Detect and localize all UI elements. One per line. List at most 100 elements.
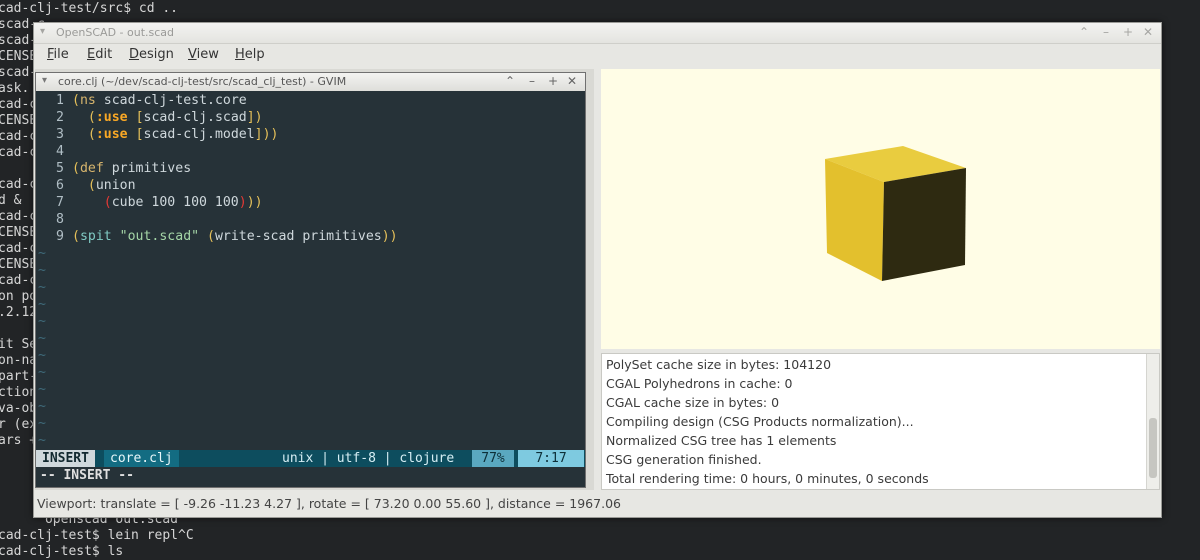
line-number: 3 — [56, 127, 64, 142]
terminal-line: cad-c — [0, 273, 38, 288]
pane-splitter[interactable] — [594, 69, 600, 490]
console-line: Normalized CSG tree has 1 elements — [606, 433, 837, 448]
openscad-maximize-icon[interactable]: + — [1121, 25, 1135, 39]
openscad-statusbar: Viewport: translate = [ -9.26 -11.23 4.2… — [34, 493, 1161, 517]
tilde-marker: ~ — [38, 314, 46, 329]
console-line: CGAL cache size in bytes: 0 — [606, 395, 780, 410]
vim-cursor-position: 7:17 — [518, 450, 584, 467]
vim-cmdline[interactable]: -- INSERT -- — [36, 467, 585, 485]
gvim-editor[interactable]: 1 (ns scad-clj-test.core 2 (:use [scad-cl… — [36, 91, 585, 450]
terminal-line: on po — [0, 289, 38, 304]
viewport-canvas — [825, 146, 966, 281]
code-token: write-scad primitives — [214, 229, 382, 244]
code-token: scad-clj.model — [143, 127, 255, 142]
openscad-titlebar[interactable]: ▾ OpenSCAD - out.scad ⌃ – + ✕ — [34, 23, 1161, 44]
terminal-line: CENSE — [0, 49, 38, 64]
openscad-close-icon[interactable]: ✕ — [1141, 25, 1155, 39]
gvim-shade-icon[interactable]: ⌃ — [503, 74, 517, 88]
console-line: CGAL Polyhedrons in cache: 0 — [606, 376, 793, 391]
tilde-marker: ~ — [38, 280, 46, 295]
console-panel[interactable]: PolySet cache size in bytes: 104120 CGAL… — [601, 353, 1160, 490]
terminal-line: on-na — [0, 353, 38, 368]
terminal-line: CENSE — [0, 257, 38, 272]
vim-percent: 77% — [472, 450, 514, 467]
code-line: 1 (ns scad-clj-test.core — [38, 92, 247, 109]
terminal-line: cad-c — [0, 177, 38, 192]
cube-side-face — [882, 168, 966, 281]
tilde-marker: ~ — [38, 263, 46, 278]
gvim-titlebar[interactable]: ▾ core.clj (~/dev/scad-clj-test/src/scad… — [36, 73, 585, 91]
window-menu-icon[interactable]: ▾ — [40, 26, 45, 37]
tilde-marker: ~ — [38, 382, 46, 397]
code-line: 5 (def primitives — [38, 160, 191, 177]
code-token: ns — [79, 93, 96, 108]
terminal-line: ask. — [0, 81, 30, 96]
window-menu-icon[interactable]: ▾ — [42, 75, 47, 86]
gvim-minimize-icon[interactable]: – — [525, 74, 539, 88]
vim-filename: core.clj — [104, 450, 179, 467]
gvim-window: ▾ core.clj (~/dev/scad-clj-test/src/scad… — [35, 72, 586, 488]
terminal-line: .2.12 — [0, 305, 38, 320]
terminal-line: ars + — [0, 433, 38, 448]
console-line: Total rendering time: 0 hours, 0 minutes… — [606, 471, 929, 486]
gvim-close-icon[interactable]: ✕ — [565, 74, 579, 88]
tilde-marker: ~ — [38, 348, 46, 363]
tilde-marker: ~ — [38, 433, 46, 448]
tilde-marker: ~ — [38, 246, 46, 261]
tilde-marker: ~ — [38, 416, 46, 431]
terminal-line: ction — [0, 385, 38, 400]
line-number: 2 — [56, 110, 64, 125]
openscad-menubar: File Edit Design View Help — [34, 44, 1161, 66]
terminal-line: CENSE — [0, 225, 38, 240]
code-line: 4 — [38, 143, 72, 160]
line-number: 7 — [56, 195, 64, 210]
vim-encoding: unix | utf-8 | clojure — [282, 451, 455, 466]
console-scrollbar[interactable] — [1146, 354, 1159, 489]
console-line: CSG generation finished. — [606, 452, 762, 467]
code-line: 8 — [38, 211, 72, 228]
terminal-line: cad-clj-test/src$ cd .. — [0, 1, 179, 16]
code-token: union — [95, 178, 136, 193]
terminal-line: cad-c — [0, 145, 38, 160]
terminal-line: cad-clj-test$ lein repl^C — [0, 528, 194, 543]
3d-viewport[interactable] — [601, 69, 1160, 349]
terminal-line: CENSE — [0, 113, 38, 128]
code-token: scad-clj-test.core — [103, 93, 247, 108]
menu-help[interactable]: Help — [235, 47, 265, 62]
code-token: "out.scad" — [119, 229, 200, 244]
menu-view[interactable]: View — [188, 47, 219, 62]
tilde-marker: ~ — [38, 365, 46, 380]
terminal-line: va-ob — [0, 401, 38, 416]
line-number: 4 — [56, 144, 64, 159]
terminal-line: r (ex — [0, 417, 38, 432]
viewport-status: Viewport: translate = [ -9.26 -11.23 4.2… — [37, 496, 621, 511]
gvim-maximize-icon[interactable]: + — [546, 74, 560, 88]
line-number: 6 — [56, 178, 64, 193]
terminal-line: cad-c — [0, 209, 38, 224]
code-token: :use — [95, 110, 128, 125]
code-line: 3 (:use [scad-clj.model])) — [38, 126, 278, 143]
terminal-line: cad-c — [0, 129, 38, 144]
console-scroll-thumb[interactable] — [1149, 418, 1157, 478]
terminal-line: d & — [0, 193, 22, 208]
menu-edit[interactable]: Edit — [87, 47, 112, 62]
code-token: primitives — [111, 161, 192, 176]
line-number: 1 — [56, 93, 64, 108]
terminal-line: cad-clj-test$ ls — [0, 544, 124, 559]
openscad-shade-icon[interactable]: ⌃ — [1077, 25, 1091, 39]
line-number: 8 — [56, 212, 64, 227]
terminal-line: cad-c — [0, 97, 38, 112]
vim-statusline: INSERT core.clj unix | utf-8 | clojure 7… — [36, 450, 585, 467]
menu-design[interactable]: Design — [129, 47, 174, 62]
console-line: Compiling design (CSG Products normaliza… — [606, 414, 914, 429]
line-number: 5 — [56, 161, 64, 176]
gvim-title: core.clj (~/dev/scad-clj-test/src/scad_c… — [58, 75, 347, 88]
code-line: 7 (cube 100 100 100))) — [38, 194, 263, 211]
tilde-marker: ~ — [38, 297, 46, 312]
code-line: 2 (:use [scad-clj.scad]) — [38, 109, 263, 126]
menu-file[interactable]: File — [47, 47, 69, 62]
openscad-minimize-icon[interactable]: – — [1099, 25, 1113, 39]
tilde-marker: ~ — [38, 399, 46, 414]
code-line: 9 (spit "out.scad" (write-scad primitives… — [38, 228, 398, 245]
code-token: cube 100 100 100 — [111, 195, 239, 210]
